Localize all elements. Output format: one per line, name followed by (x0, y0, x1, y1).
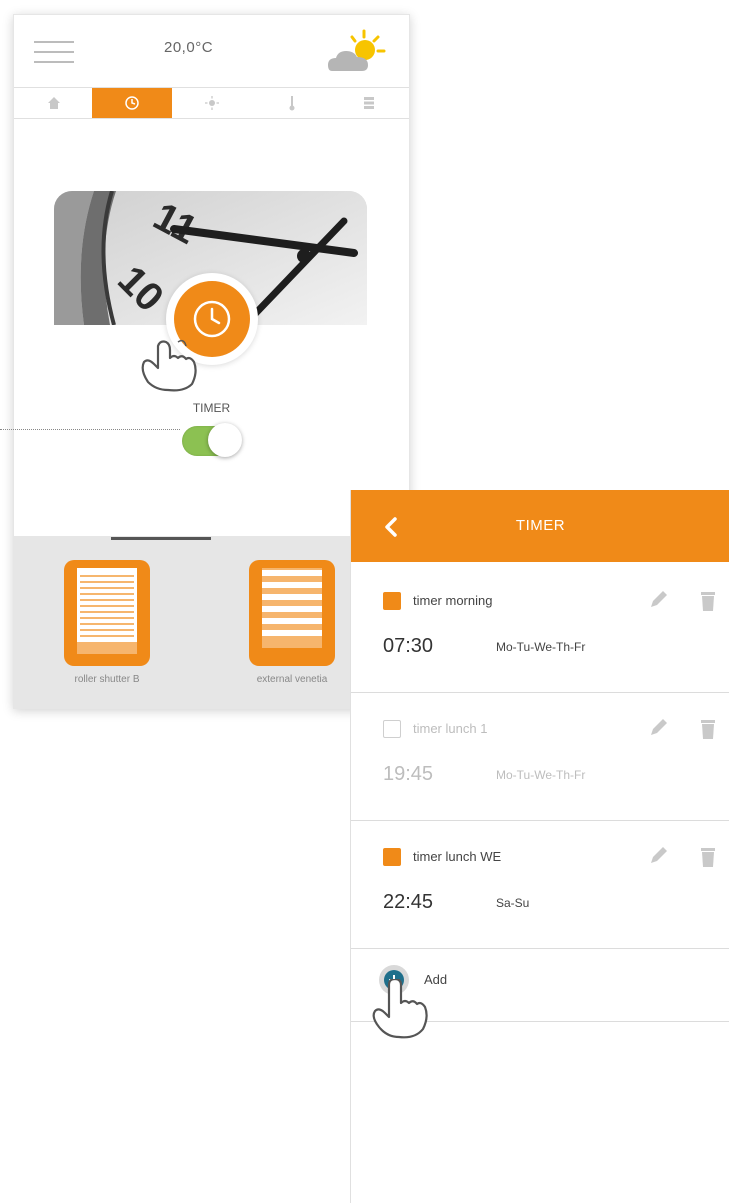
device-external-venetian[interactable] (249, 560, 335, 666)
timer-name: timer morning (413, 593, 493, 608)
timer-days: Mo-Tu-We-Th-Fr (496, 768, 586, 782)
timer-row[interactable]: timer lunch 1 19:45 Mo-Tu-We-Th-Fr (351, 693, 729, 821)
tap-hand-icon (141, 339, 197, 392)
tab-sun[interactable] (172, 88, 252, 118)
app-header: 20,0°C (14, 15, 409, 87)
timer-enabled-checkbox[interactable] (383, 720, 401, 738)
page-title: TIMER (515, 517, 566, 534)
timer-time: 19:45 (383, 763, 434, 785)
add-timer-row[interactable]: Add (351, 949, 729, 1039)
pencil-icon[interactable] (647, 717, 669, 739)
timer-name: timer lunch 1 (413, 721, 488, 736)
thermometer-icon (289, 96, 295, 111)
clock-icon (125, 96, 139, 110)
pencil-icon[interactable] (647, 589, 669, 611)
partly-sunny-icon (328, 29, 386, 71)
timer-screen: TIMER timer morning 07:30 Mo-Tu-We-Th-Fr… (350, 490, 729, 1203)
tab-home[interactable] (14, 88, 94, 118)
timer-label: TIMER (192, 401, 231, 415)
timer-enabled-checkbox[interactable] (383, 848, 401, 866)
menu-icon[interactable] (34, 39, 74, 65)
tap-hand-icon (372, 979, 428, 1039)
timer-days: Sa-Su (496, 896, 530, 910)
timer-toggle[interactable] (182, 423, 242, 457)
connector-line (0, 429, 180, 430)
device-label-external-venetian: external venetia (256, 674, 328, 685)
trash-icon[interactable] (699, 590, 717, 612)
trash-icon[interactable] (699, 718, 717, 740)
device-roller-shutter[interactable] (64, 560, 150, 666)
timer-time: 22:45 (383, 891, 434, 913)
page-indicator (111, 537, 211, 540)
home-icon (48, 97, 60, 109)
timer-header: TIMER (351, 490, 729, 562)
toggle-knob (208, 423, 242, 457)
timer-row[interactable]: timer morning 07:30 Mo-Tu-We-Th-Fr (351, 565, 729, 693)
roller-shutter-icon (77, 568, 137, 654)
tab-timer[interactable] (92, 88, 172, 118)
tab-grid[interactable] (329, 88, 409, 118)
timer-enabled-checkbox[interactable] (383, 592, 401, 610)
timer-time: 07:30 (383, 635, 434, 657)
tab-temperature[interactable] (252, 88, 332, 118)
device-label-roller-shutter: roller shutter B (74, 674, 140, 685)
timer-name: timer lunch WE (413, 849, 502, 864)
pencil-icon[interactable] (647, 845, 669, 867)
temperature-readout: 20,0°C (164, 39, 214, 56)
timer-row[interactable]: timer lunch WE 22:45 Sa-Su (351, 821, 729, 949)
trash-icon[interactable] (699, 846, 717, 868)
sun-icon (205, 96, 219, 110)
venetian-blind-icon (262, 568, 322, 648)
tab-bar (14, 87, 409, 119)
timer-days: Mo-Tu-We-Th-Fr (496, 640, 586, 654)
grid-icon (364, 97, 374, 109)
